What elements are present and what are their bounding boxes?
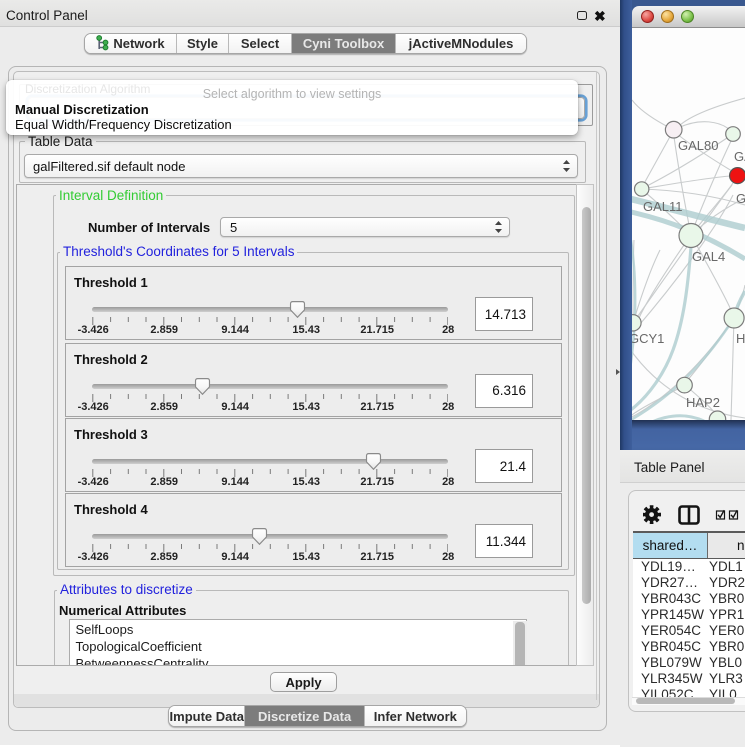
svg-text:GCY1: GCY1 [632,331,664,346]
svg-text:H: H [736,331,745,346]
svg-text:GAL80: GAL80 [678,138,718,153]
svg-text:G: G [736,191,745,206]
svg-text:GAL11: GAL11 [643,199,683,214]
svg-text:HAP2: HAP2 [686,395,720,410]
svg-text:GA: GA [734,149,745,164]
svg-text:GAL4: GAL4 [692,249,725,264]
